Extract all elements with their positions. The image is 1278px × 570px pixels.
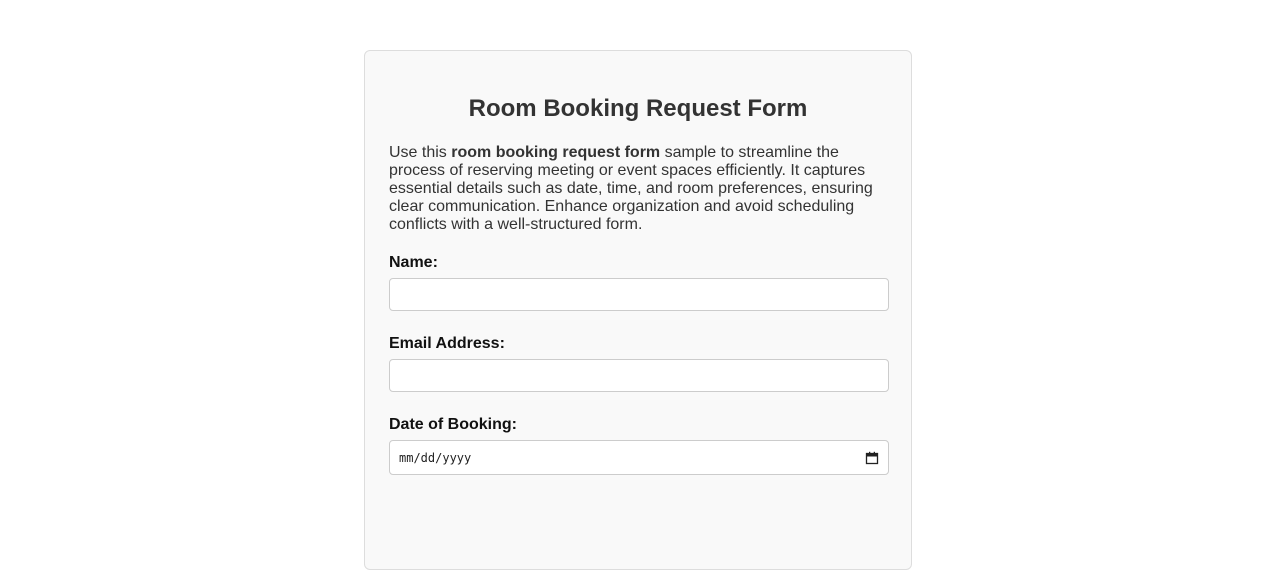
calendar-icon[interactable] bbox=[865, 451, 879, 465]
email-input[interactable] bbox=[389, 359, 889, 392]
date-placeholder: mm/dd/yyyy bbox=[399, 450, 472, 465]
email-label: Email Address: bbox=[389, 335, 505, 352]
date-input[interactable]: mm/dd/yyyy bbox=[389, 440, 889, 475]
booking-form: Room Booking Request Form Use this room … bbox=[364, 50, 912, 570]
intro-text-prefix: Use this bbox=[389, 144, 452, 161]
date-label: Date of Booking: bbox=[389, 416, 517, 433]
form-title: Room Booking Request Form bbox=[468, 95, 808, 122]
name-label: Name: bbox=[389, 254, 438, 271]
name-input[interactable] bbox=[389, 278, 889, 311]
intro-text-bold: room booking request form bbox=[451, 144, 661, 161]
intro-paragraph: Use this room booking request form sampl… bbox=[389, 144, 889, 234]
